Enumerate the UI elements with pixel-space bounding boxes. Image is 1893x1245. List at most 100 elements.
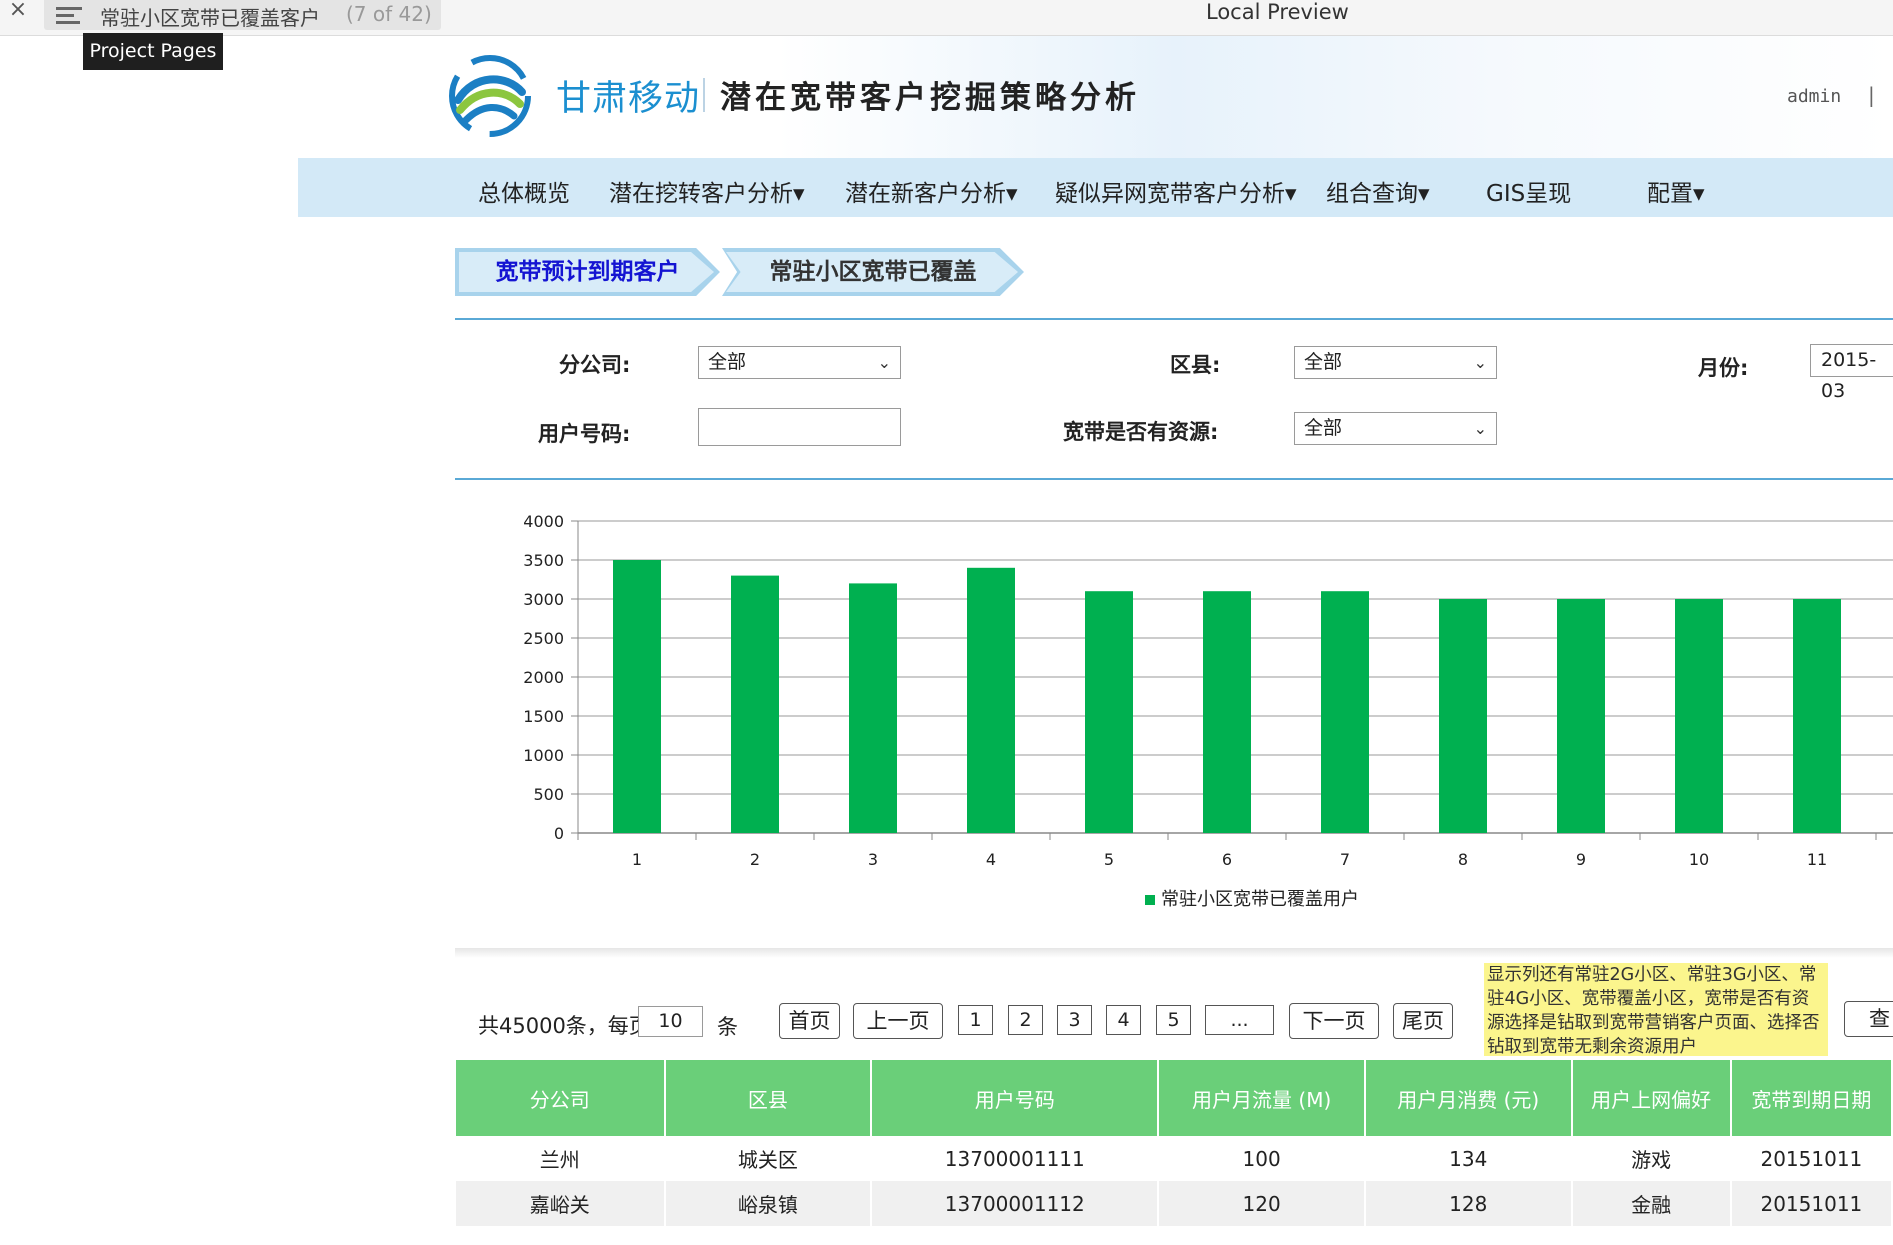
x-tick-label: 2 [750,850,760,869]
x-tick-label: 9 [1576,850,1586,869]
y-tick-label: 1500 [523,707,564,726]
phone-label: 用户号码: [538,422,631,446]
divider [455,318,1893,320]
page-ellipsis-button[interactable]: ... [1205,1005,1274,1035]
prev-page-button[interactable]: 上一页 [853,1003,943,1039]
brand-name: 甘肃移动 [556,79,701,119]
col-phone[interactable]: 用户号码 [871,1060,1160,1136]
app-header: 甘肃移动 潜在宽带客户挖掘策略分析 admin | [298,36,1893,158]
legend-label: 常驻小区宽带已覆盖用户 [1161,889,1359,910]
page-2-button[interactable]: 2 [1008,1005,1043,1035]
chevron-down-icon: ⌄ [1473,353,1487,372]
annotation-note: 显示列还有常驻2G小区、常驻3G小区、常驻4G小区、宽带覆盖小区，宽带是否有资源… [1484,963,1828,1057]
nav-other-network[interactable]: 疑似异网宽带客户分析▾ [1055,174,1297,208]
county-select[interactable]: 全部 ⌄ [1294,346,1497,379]
cell-county: 峪泉镇 [664,1181,873,1226]
branch-select[interactable]: 全部 ⌄ [698,346,901,379]
brand-divider [703,78,705,112]
y-tick-label: 1000 [523,746,564,765]
cell-traffic: 100 [1158,1136,1366,1181]
bar [1793,599,1841,833]
cell-county: 城关区 [664,1136,873,1181]
x-tick-label: 11 [1807,850,1827,869]
page-3-button[interactable]: 3 [1057,1005,1092,1035]
col-preference[interactable]: 用户上网偏好 [1571,1060,1732,1136]
y-tick-label: 0 [554,824,564,843]
browser-topbar: × 常驻小区宽带已覆盖客户 (7 of 42) Local Preview [0,0,1893,36]
app-title: 潜在宽带客户挖掘策略分析 [720,80,1140,116]
page-title: 常驻小区宽带已覆盖客户 [100,6,320,30]
bar [613,560,661,833]
y-tick-label: 4000 [523,512,564,531]
hamburger-menu-icon[interactable] [56,4,82,24]
user-name-link[interactable]: admin [1787,86,1841,107]
bar [1321,591,1369,833]
branch-value: 全部 [708,351,747,373]
x-tick-label: 5 [1104,850,1114,869]
last-page-button[interactable]: 尾页 [1393,1003,1453,1039]
col-branch[interactable]: 分公司 [456,1060,666,1136]
tab-broadband-expiring[interactable]: 宽带预计到期客户 [455,248,720,296]
x-tick-label: 10 [1689,850,1709,869]
cell-preference: 金融 [1571,1181,1732,1226]
resource-select[interactable]: 全部 ⌄ [1294,412,1497,445]
month-input[interactable]: 2015-03 [1810,344,1893,402]
y-tick-label: 3000 [523,590,564,609]
month-value: 2015-03 [1821,349,1877,402]
table-row[interactable]: 嘉峪关 峪泉镇 13700001112 120 128 金融 20151011 [456,1181,1893,1226]
bar [1557,599,1605,833]
bar [731,575,779,833]
col-county[interactable]: 区县 [664,1060,873,1136]
per-page-input[interactable]: 10 [638,1006,703,1037]
header-separator: | [1868,83,1875,107]
bar [849,583,897,833]
chart-bottom-shadow [455,948,1893,958]
county-value: 全部 [1304,351,1343,373]
col-traffic[interactable]: 用户月流量 (M) [1158,1060,1366,1136]
x-tick-label: 4 [986,850,996,869]
y-tick-label: 2000 [523,668,564,687]
first-page-button[interactable]: 首页 [779,1003,840,1039]
nav-combined-query[interactable]: 组合查询▾ [1326,174,1430,208]
nav-overview[interactable]: 总体概览 [478,174,570,208]
resource-label: 宽带是否有资源: [1063,420,1219,444]
bar [1203,591,1251,833]
cell-branch: 兰州 [456,1136,666,1181]
bar [1439,599,1487,833]
col-expiry[interactable]: 宽带到期日期 [1730,1060,1893,1136]
x-tick-label: 1 [632,850,642,869]
nav-config[interactable]: 配置▾ [1647,174,1705,208]
per-page-value: 10 [658,1010,683,1032]
per-page-unit: 条 [717,1015,738,1039]
page-selector[interactable]: 常驻小区宽带已覆盖客户 (7 of 42) [44,0,441,30]
close-icon[interactable]: × [4,0,32,26]
page-5-button[interactable]: 5 [1156,1005,1191,1035]
data-table: 分公司 区县 用户号码 用户月流量 (M) 用户月消费 (元) 用户上网偏好 宽… [456,1060,1893,1226]
cell-spend: 134 [1364,1136,1573,1181]
cell-phone: 13700001112 [871,1181,1160,1226]
bar-chart: 0 500 1000 1500 2000 2500 3000 3500 4000 1 2 3 4 5 6 7 8… [523,512,1893,910]
nav-gis[interactable]: GIS呈现 [1486,174,1571,208]
divider [455,478,1893,480]
branch-label: 分公司: [559,353,631,377]
table-row[interactable]: 兰州 城关区 13700001111 100 134 游戏 20151011 [456,1136,1893,1181]
phone-input[interactable] [698,408,901,446]
cell-traffic: 120 [1158,1181,1366,1226]
x-tick-label: 6 [1222,850,1232,869]
cell-expiry: 20151011 [1730,1136,1893,1181]
query-button[interactable]: 查 [1844,1001,1893,1037]
next-page-button[interactable]: 下一页 [1289,1003,1379,1039]
col-spend[interactable]: 用户月消费 (元) [1364,1060,1573,1136]
tab-label: 常驻小区宽带已覆盖 [769,259,977,285]
total-count: 共45000条，每页 [478,1014,650,1038]
project-pages-tooltip: Project Pages [83,33,223,70]
legend-swatch [1145,895,1155,905]
chevron-down-icon: ⌄ [877,353,891,372]
cell-preference: 游戏 [1571,1136,1732,1181]
nav-potential-convert[interactable]: 潜在挖转客户分析▾ [609,174,805,208]
nav-potential-new[interactable]: 潜在新客户分析▾ [845,174,1018,208]
page-1-button[interactable]: 1 [958,1005,993,1035]
page-4-button[interactable]: 4 [1106,1005,1141,1035]
county-label: 区县: [1170,353,1221,377]
tab-resident-covered[interactable]: 常驻小区宽带已覆盖 [722,248,1024,296]
